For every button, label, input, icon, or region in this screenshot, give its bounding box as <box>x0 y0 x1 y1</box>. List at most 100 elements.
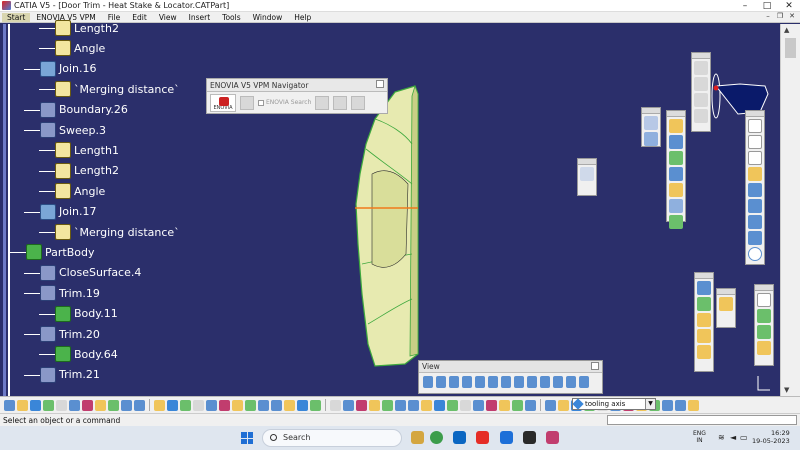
tree-item[interactable]: Length2 <box>55 20 119 36</box>
fit-all-icon[interactable] <box>436 376 446 388</box>
toolbar-tool-icon[interactable] <box>232 399 243 411</box>
revolve-surface-icon[interactable] <box>669 135 683 149</box>
toolbar-tool-icon[interactable] <box>558 399 569 411</box>
transform-tool-4-icon[interactable] <box>757 341 771 355</box>
language-indicator[interactable]: ENG IN <box>693 430 706 444</box>
part-geometry[interactable] <box>0 24 780 396</box>
floating-toolbar-analysis[interactable] <box>694 272 714 372</box>
intersection-icon[interactable] <box>748 183 762 197</box>
toolbar-tool-icon[interactable] <box>4 399 15 411</box>
fly-mode-icon[interactable] <box>423 376 433 388</box>
catia-taskbar-icon[interactable] <box>546 431 559 444</box>
floating-toolbar-sketch[interactable] <box>577 158 597 196</box>
command-input[interactable] <box>607 415 797 425</box>
tree-item[interactable]: `Merging distance` <box>55 81 180 98</box>
offset-curve-icon[interactable] <box>748 199 762 213</box>
toolbar-tool-icon[interactable] <box>180 399 191 411</box>
transform-tool-2-icon[interactable] <box>757 309 771 323</box>
toolbar-tool-icon[interactable] <box>310 399 321 411</box>
dropdown-arrow-icon[interactable]: ▼ <box>645 399 655 409</box>
toolbar-tool-icon[interactable] <box>499 399 510 411</box>
tree-item[interactable]: Boundary.26 <box>40 101 128 118</box>
toolbar-tool-icon[interactable] <box>134 399 145 411</box>
menu-window[interactable]: Window <box>247 13 289 22</box>
multi-section-icon[interactable] <box>669 215 683 229</box>
toolbar-tool-icon[interactable] <box>662 399 673 411</box>
zoom-out-icon[interactable] <box>488 376 498 388</box>
extrude-surface-icon[interactable] <box>669 119 683 133</box>
toolbar-tool-icon[interactable] <box>408 399 419 411</box>
toolbar-tool-icon[interactable] <box>512 399 523 411</box>
swap-space-icon[interactable] <box>553 376 563 388</box>
toolbar-tool-icon[interactable] <box>82 399 93 411</box>
line-icon[interactable] <box>748 135 762 149</box>
op-tool-2-icon[interactable] <box>694 77 708 91</box>
toolbar-tool-icon[interactable] <box>43 399 54 411</box>
edge-icon[interactable] <box>500 431 513 444</box>
volume-icon[interactable]: ◄ <box>730 433 736 442</box>
tree-item[interactable]: Join.16 <box>40 60 97 77</box>
tree-item[interactable]: Join.17 <box>40 203 97 220</box>
op-tool-4-icon[interactable] <box>694 109 708 123</box>
toolbar-tool-icon[interactable] <box>167 399 178 411</box>
youtube-icon[interactable] <box>476 431 489 444</box>
blend-surface-icon[interactable] <box>669 183 683 197</box>
maximize-button[interactable]: □ <box>756 0 778 12</box>
analysis-tool-1-icon[interactable] <box>697 281 711 295</box>
doc-close-button[interactable]: ✕ <box>786 12 798 20</box>
tool-measure-icon[interactable] <box>719 297 733 311</box>
tooling-axis-selector[interactable]: tooling axis ▼ <box>572 398 656 410</box>
doc-minimize-button[interactable]: – <box>762 12 774 20</box>
taskbar-search-input[interactable]: Search <box>262 429 402 447</box>
floating-toolbar-transform[interactable] <box>754 284 774 366</box>
tree-item[interactable]: Trim.19 <box>40 285 100 302</box>
zoom-in-icon[interactable] <box>475 376 485 388</box>
scroll-thumb[interactable] <box>785 38 796 58</box>
vertical-scrollbar[interactable]: ▲ ▼ <box>780 24 800 396</box>
toolbar-tool-icon[interactable] <box>206 399 217 411</box>
windows-start-icon[interactable] <box>241 432 253 444</box>
navigator-tool-3-icon[interactable] <box>333 95 348 110</box>
render-icon[interactable] <box>579 376 589 388</box>
tree-item[interactable]: Length1 <box>55 142 119 159</box>
scroll-down-icon[interactable]: ▼ <box>784 386 789 394</box>
shading-icon[interactable] <box>566 376 576 388</box>
navigator-close-icon[interactable] <box>376 80 384 88</box>
menu-help[interactable]: Help <box>288 13 317 22</box>
tree-item[interactable]: Angle <box>55 40 105 57</box>
menu-tools[interactable]: Tools <box>216 13 246 22</box>
tree-item[interactable]: PartBody <box>26 244 94 261</box>
doc-restore-button[interactable]: ❐ <box>774 12 786 20</box>
tree-item[interactable]: Length2 <box>55 162 119 179</box>
toolbar-tool-icon[interactable] <box>245 399 256 411</box>
analysis-tool-4-icon[interactable] <box>697 329 711 343</box>
floating-toolbar-curves[interactable] <box>641 107 661 147</box>
sketch-tool-icon[interactable] <box>580 167 594 181</box>
tree-item[interactable]: `Merging distance` <box>55 224 180 240</box>
op-tool-3-icon[interactable] <box>694 93 708 107</box>
wifi-icon[interactable]: ≋ <box>718 433 725 442</box>
chrome-icon[interactable] <box>430 431 443 444</box>
3d-viewport[interactable] <box>0 24 780 396</box>
file-explorer-icon[interactable] <box>411 431 424 444</box>
navigator-tool-2-icon[interactable] <box>315 95 330 110</box>
hide-show-icon[interactable] <box>540 376 550 388</box>
toolbar-tool-icon[interactable] <box>486 399 497 411</box>
fill-surface-icon[interactable] <box>669 167 683 181</box>
view-toolbar-close-icon[interactable] <box>591 362 599 370</box>
toolbar-tool-icon[interactable] <box>297 399 308 411</box>
analysis-tool-2-icon[interactable] <box>697 297 711 311</box>
toolbar-tool-icon[interactable] <box>356 399 367 411</box>
normal-view-icon[interactable] <box>501 376 511 388</box>
toolbar-tool-icon[interactable] <box>421 399 432 411</box>
parallel-curve-icon[interactable] <box>748 215 762 229</box>
offset-surface-icon[interactable] <box>669 199 683 213</box>
view-toolbar-header[interactable]: View <box>419 361 602 373</box>
battery-icon[interactable]: ▭ <box>740 433 748 442</box>
view-toolbar[interactable]: View <box>418 360 603 394</box>
menu-edit[interactable]: Edit <box>126 13 153 22</box>
toolbar-tool-icon[interactable] <box>330 399 341 411</box>
toolbar-tool-icon[interactable] <box>675 399 686 411</box>
close-button[interactable]: ✕ <box>778 0 800 12</box>
menu-insert[interactable]: Insert <box>183 13 217 22</box>
